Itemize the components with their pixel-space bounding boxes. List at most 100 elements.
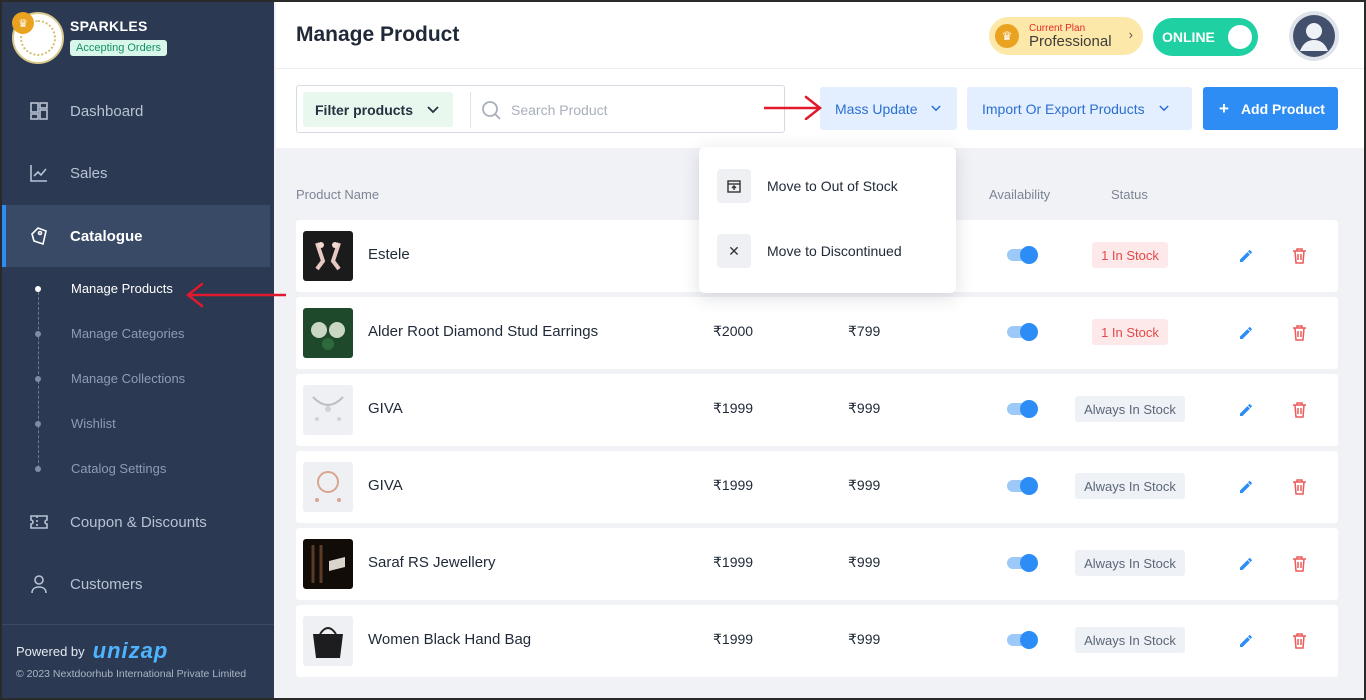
search-icon (481, 100, 501, 120)
subnav-manage-collections[interactable]: Manage Collections (71, 371, 185, 386)
filter-search-box: Filter products (296, 85, 785, 133)
product-mrp: ₹1999 (713, 400, 754, 416)
product-name[interactable]: Alder Root Diamond Stud Earrings (368, 323, 598, 340)
product-price: ₹999 (848, 631, 881, 647)
table-row[interactable]: Alder Root Diamond Stud Earrings ₹2000 ₹79… (296, 297, 1338, 369)
sidebar-item-label: Customers (70, 575, 143, 593)
product-thumbnail (303, 385, 353, 435)
product-thumbnail (303, 462, 353, 512)
sidebar-item-label: Coupon & Discounts (70, 513, 207, 531)
plan-name: Professional (1029, 32, 1112, 50)
sidebar-item-customers[interactable]: Customers (2, 553, 270, 615)
tag-icon (28, 225, 50, 247)
store-name: SPARKLES (70, 18, 148, 34)
online-toggle[interactable]: ONLINE (1153, 18, 1258, 56)
current-plan-button[interactable]: ♛ Current Plan Professional › (989, 17, 1143, 55)
sidebar-item-label: Dashboard (70, 102, 144, 120)
status-badge: Always In Stock (1075, 473, 1185, 499)
column-header-availability: Availability (989, 187, 1051, 202)
table-row[interactable]: GIVA ₹1999 ₹999 Always In Stock (296, 451, 1338, 523)
product-name[interactable]: Women Black Hand Bag (368, 631, 531, 648)
table-row[interactable]: Women Black Hand Bag ₹1999 ₹999 Always In S… (296, 605, 1338, 677)
sidebar-item-sales[interactable]: Sales (2, 142, 270, 204)
product-thumbnail (303, 308, 353, 358)
sidebar-item-label: Catalogue (70, 227, 143, 245)
availability-toggle[interactable] (1007, 477, 1038, 495)
store-brand[interactable]: ♛ SPARKLES Accepting Orders (12, 12, 167, 64)
product-thumbnail (303, 231, 353, 281)
trash-icon[interactable] (1292, 324, 1307, 341)
subnav-manage-categories[interactable]: Manage Categories (71, 326, 184, 341)
subnav-manage-products[interactable]: Manage Products (71, 281, 173, 296)
trash-icon[interactable] (1292, 632, 1307, 649)
status-badge: 1 In Stock (1092, 242, 1168, 268)
menu-item-out-of-stock[interactable]: Move to Out of Stock (717, 169, 898, 203)
table-row[interactable]: GIVA ₹1999 ₹999 Always In Stock (296, 374, 1338, 446)
sidebar-item-catalogue[interactable]: Catalogue (2, 205, 270, 267)
chevron-down-icon (427, 103, 439, 117)
chevron-down-icon (931, 103, 942, 115)
product-mrp: ₹1999 (713, 631, 754, 647)
sidebar: ♛ SPARKLES Accepting Orders Dashboard Sa… (2, 2, 274, 698)
edit-icon[interactable] (1238, 633, 1254, 649)
edit-icon[interactable] (1238, 402, 1254, 418)
status-badge: 1 In Stock (1092, 319, 1168, 345)
unizap-logo: unizap (92, 638, 169, 663)
chevron-down-icon (1158, 103, 1169, 115)
import-export-button[interactable]: Import Or Export Products (967, 87, 1192, 130)
sidebar-item-coupons[interactable]: Coupon & Discounts (2, 491, 270, 553)
availability-toggle[interactable] (1007, 323, 1038, 341)
availability-toggle[interactable] (1007, 246, 1038, 264)
trash-icon[interactable] (1292, 401, 1307, 418)
sidebar-item-label: Sales (70, 164, 108, 182)
mass-update-menu: Move to Out of Stock ✕ Move to Discontin… (699, 147, 956, 293)
app-window: ♛ SPARKLES Accepting Orders Dashboard Sa… (0, 0, 1366, 700)
store-logo: ♛ (12, 12, 64, 64)
page-title: Manage Product (296, 23, 460, 46)
trash-icon[interactable] (1292, 478, 1307, 495)
product-toolbar: Filter products Mass Update Import Or Ex… (276, 68, 1364, 148)
plan-caption: Current Plan (1029, 22, 1086, 34)
subnav-wishlist[interactable]: Wishlist (71, 416, 116, 431)
product-price: ₹799 (848, 323, 881, 339)
edit-icon[interactable] (1238, 248, 1254, 264)
edit-icon[interactable] (1238, 325, 1254, 341)
add-product-button[interactable]: + Add Product (1203, 87, 1338, 130)
powered-by: Powered by unizap (16, 638, 169, 663)
top-header: Manage Product ♛ Current Plan Profession… (276, 2, 1364, 68)
product-name[interactable]: GIVA (368, 400, 403, 417)
edit-icon[interactable] (1238, 479, 1254, 495)
search-input[interactable] (511, 94, 771, 126)
filter-products-button[interactable]: Filter products (303, 92, 453, 127)
availability-toggle[interactable] (1007, 631, 1038, 649)
product-mrp: ₹1999 (713, 554, 754, 570)
status-badge: Always In Stock (1075, 550, 1185, 576)
product-price: ₹999 (848, 477, 881, 493)
dashboard-icon (28, 100, 50, 122)
sidebar-item-dashboard[interactable]: Dashboard (2, 80, 270, 142)
toggle-knob (1228, 25, 1252, 49)
product-thumbnail (303, 616, 353, 666)
subnav-catalog-settings[interactable]: Catalog Settings (71, 461, 166, 476)
status-badge: Always In Stock (1075, 627, 1185, 653)
edit-icon[interactable] (1238, 556, 1254, 572)
crown-icon: ♛ (12, 12, 34, 34)
table-row[interactable]: Saraf RS Jewellery ₹1999 ₹999 Always In Sto… (296, 528, 1338, 600)
menu-item-discontinued[interactable]: ✕ Move to Discontinued (717, 234, 902, 268)
product-price: ₹999 (848, 400, 881, 416)
product-name[interactable]: Saraf RS Jewellery (368, 554, 496, 571)
availability-toggle[interactable] (1007, 400, 1038, 418)
availability-toggle[interactable] (1007, 554, 1038, 572)
trash-icon[interactable] (1292, 247, 1307, 264)
trash-icon[interactable] (1292, 555, 1307, 572)
product-name[interactable]: Estele (368, 246, 410, 263)
product-price: ₹999 (848, 554, 881, 570)
status-badge: Always In Stock (1075, 396, 1185, 422)
plus-icon: + (1219, 98, 1229, 118)
mass-update-button[interactable]: Mass Update (820, 87, 957, 130)
crown-icon: ♛ (995, 24, 1019, 48)
user-icon (28, 573, 50, 595)
product-name[interactable]: GIVA (368, 477, 403, 494)
avatar[interactable] (1289, 11, 1339, 61)
box-out-icon (717, 169, 751, 203)
